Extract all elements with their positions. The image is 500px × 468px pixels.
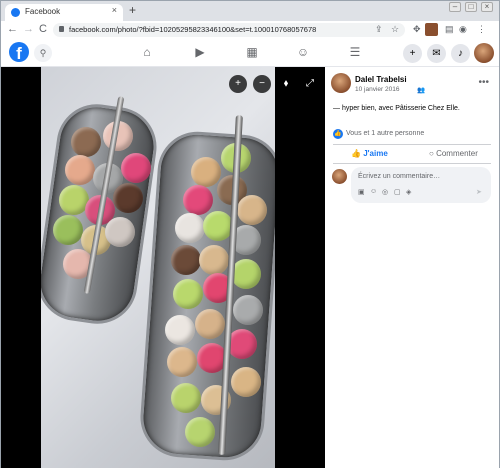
macaron — [237, 195, 267, 225]
groups-icon[interactable]: ☺ — [296, 45, 310, 59]
divider-top — [333, 144, 491, 145]
macaron — [105, 217, 135, 247]
privacy-friends-icon: 👥 — [417, 87, 426, 94]
gif-icon[interactable]: ▢ — [394, 188, 401, 196]
comment-input[interactable]: Écrivez un commentaire… ▣ ☺ ◎ ▢ ◈ ➤ — [351, 167, 491, 203]
macaron — [121, 153, 151, 183]
omnibox[interactable]: facebook.com/photo/?fbid=102052958233461… — [53, 23, 405, 37]
like-reaction-icon: 👍 — [333, 129, 343, 139]
like-label: J'aime — [363, 149, 388, 158]
like-button[interactable]: 👍 J'aime — [351, 149, 388, 158]
extension-icon[interactable] — [425, 23, 438, 36]
send-icon[interactable]: ➤ — [476, 188, 482, 196]
address-bar-row: ← → C facebook.com/photo/?fbid=102052958… — [1, 21, 499, 40]
back-button[interactable]: ← — [7, 23, 18, 35]
photo-viewer[interactable]: + − ⬧ ⤢ — [1, 67, 325, 468]
more-options-icon[interactable]: ••• — [478, 77, 489, 88]
macaron — [195, 309, 225, 339]
tab-strip: Facebook × + – □ × — [1, 1, 499, 21]
messenger-icon[interactable]: ✉ — [427, 44, 446, 63]
comment-bubble-icon: ○ — [429, 149, 434, 158]
browser-tab[interactable]: Facebook × — [5, 4, 123, 21]
macaron — [171, 245, 201, 275]
window-close-button[interactable]: × — [481, 2, 493, 12]
bell-icon[interactable]: ♪ — [451, 44, 470, 63]
macaron — [199, 245, 229, 275]
window-minimize-button[interactable]: – — [449, 2, 461, 12]
thumbs-up-icon: 👍 — [351, 149, 361, 158]
macaron — [175, 213, 205, 243]
facebook-logo-icon[interactable]: f — [9, 42, 29, 63]
macaron — [191, 157, 221, 187]
comment-button[interactable]: ○ Commenter — [429, 149, 478, 158]
reaction-summary[interactable]: Vous et 1 autre personne — [346, 130, 424, 137]
zoom-in-icon[interactable]: + — [229, 75, 247, 93]
facebook-favicon-icon — [11, 8, 20, 17]
profile-icon[interactable]: ◉ — [459, 24, 467, 35]
macaron — [173, 279, 203, 309]
macaron — [113, 183, 143, 213]
sticker-icon[interactable]: ▣ — [358, 188, 365, 196]
new-tab-button[interactable]: + — [129, 3, 136, 17]
macaron — [165, 315, 195, 345]
browser-menu-icon[interactable]: ⋮ — [477, 24, 486, 35]
commenter-avatar — [332, 169, 347, 184]
forward-button[interactable]: → — [23, 23, 34, 35]
browser-window: Facebook × + – □ × ← → C facebook.com/ph… — [0, 0, 500, 468]
menu-icon[interactable]: ☰ — [348, 45, 362, 59]
tab-close-icon[interactable]: × — [112, 5, 117, 15]
search-icon[interactable]: ⚲ — [34, 44, 52, 62]
facebook-header: f ⚲ ⌂ ▶ ▦ ☺ ☰ + ✉ ♪ — [1, 39, 499, 67]
window-maximize-button[interactable]: □ — [465, 2, 477, 12]
profile-avatar[interactable] — [474, 43, 494, 63]
extension-puzzle-icon[interactable]: ✥ — [413, 24, 421, 35]
post-text: — hyper bien, avec Pâtisserie Chez Elle. — [333, 105, 460, 112]
macaron — [231, 367, 261, 397]
macaron — [53, 215, 83, 245]
author-avatar[interactable] — [331, 73, 351, 93]
macaron — [231, 259, 261, 289]
tab-title: Facebook — [25, 7, 61, 16]
macaron — [233, 295, 263, 325]
fullscreen-icon[interactable]: ⤢ — [301, 75, 319, 93]
macaron — [185, 417, 215, 447]
reading-list-icon[interactable]: ▤ — [445, 24, 454, 35]
emoji-icon[interactable]: ☺ — [370, 188, 377, 195]
reload-button[interactable]: C — [39, 23, 47, 35]
macaron — [71, 127, 101, 157]
home-icon[interactable]: ⌂ — [140, 45, 154, 59]
share-icon[interactable]: ⇪ — [375, 24, 383, 35]
macaron — [171, 383, 201, 413]
macaron — [65, 155, 95, 185]
comment-label: Commenter — [436, 149, 478, 158]
macaron-photo — [41, 67, 275, 468]
marketplace-icon[interactable]: ▦ — [245, 45, 259, 59]
divider-bottom — [333, 163, 491, 164]
watch-icon[interactable]: ▶ — [193, 45, 207, 59]
bookmark-star-icon[interactable]: ☆ — [391, 24, 399, 35]
sticker-2-icon[interactable]: ◈ — [406, 188, 411, 196]
macaron — [183, 185, 213, 215]
url-text[interactable]: facebook.com/photo/?fbid=102052958233461… — [69, 25, 316, 34]
create-button[interactable]: + — [403, 44, 422, 63]
post-panel: Dalel Trabelsi 10 janvier 2016 👥 ••• — h… — [325, 67, 499, 468]
post-date[interactable]: 10 janvier 2016 — [355, 86, 399, 93]
comment-placeholder: Écrivez un commentaire… — [358, 173, 441, 180]
macaron — [227, 329, 257, 359]
macaron — [167, 347, 197, 377]
tag-icon[interactable]: ⬧ — [277, 75, 295, 93]
camera-icon[interactable]: ◎ — [382, 188, 388, 196]
author-name[interactable]: Dalel Trabelsi — [355, 75, 407, 84]
zoom-out-icon[interactable]: − — [253, 75, 271, 93]
lock-icon — [59, 26, 64, 32]
